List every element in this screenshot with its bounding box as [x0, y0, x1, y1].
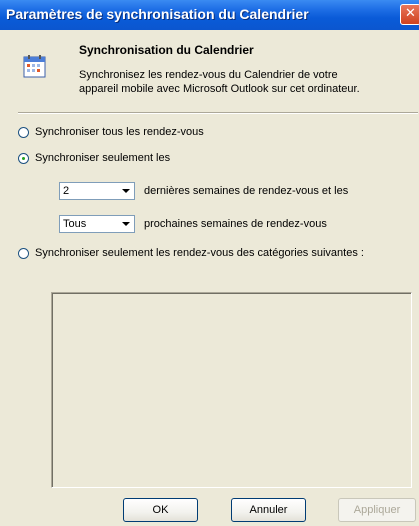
- option-sync-all[interactable]: Synchroniser tous les rendez-vous: [18, 125, 204, 139]
- future-weeks-select[interactable]: Tous: [59, 215, 135, 233]
- label-sync-all: Synchroniser tous les rendez-vous: [35, 126, 204, 138]
- close-button[interactable]: ✕: [400, 4, 419, 25]
- ok-button[interactable]: OK: [123, 498, 198, 522]
- window-title: Paramètres de synchronisation du Calendr…: [6, 6, 309, 22]
- header-title: Synchronisation du Calendrier: [79, 43, 254, 57]
- radio-sync-only[interactable]: [18, 153, 29, 164]
- cancel-button[interactable]: Annuler: [231, 498, 306, 522]
- future-weeks-value: Tous: [63, 218, 87, 230]
- chevron-down-icon[interactable]: [117, 183, 134, 199]
- past-weeks-value: 2: [63, 185, 70, 197]
- option-sync-only[interactable]: Synchroniser seulement les: [18, 151, 170, 165]
- past-weeks-label: dernières semaines de rendez-vous et les: [144, 185, 349, 197]
- label-sync-only: Synchroniser seulement les: [35, 152, 171, 164]
- radio-sync-categories[interactable]: [18, 248, 29, 259]
- radio-sync-all[interactable]: [18, 127, 29, 138]
- option-sync-categories[interactable]: Synchroniser seulement les rendez-vous d…: [18, 246, 378, 260]
- future-weeks-label: prochaines semaines de rendez-vous: [144, 218, 327, 230]
- chevron-down-icon[interactable]: [117, 216, 134, 232]
- label-sync-categories: Synchroniser seulement les rendez-vous d…: [35, 247, 364, 259]
- past-weeks-select[interactable]: 2: [59, 182, 135, 200]
- apply-button[interactable]: Appliquer: [338, 498, 416, 522]
- title-bar[interactable]: Paramètres de synchronisation du Calendr…: [0, 0, 419, 31]
- separator: [18, 112, 418, 114]
- close-icon: ✕: [405, 6, 416, 21]
- categories-list[interactable]: [51, 292, 412, 488]
- calendar-icon: [23, 55, 46, 78]
- header-description: Synchronisez les rendez-vous du Calendri…: [79, 69, 360, 95]
